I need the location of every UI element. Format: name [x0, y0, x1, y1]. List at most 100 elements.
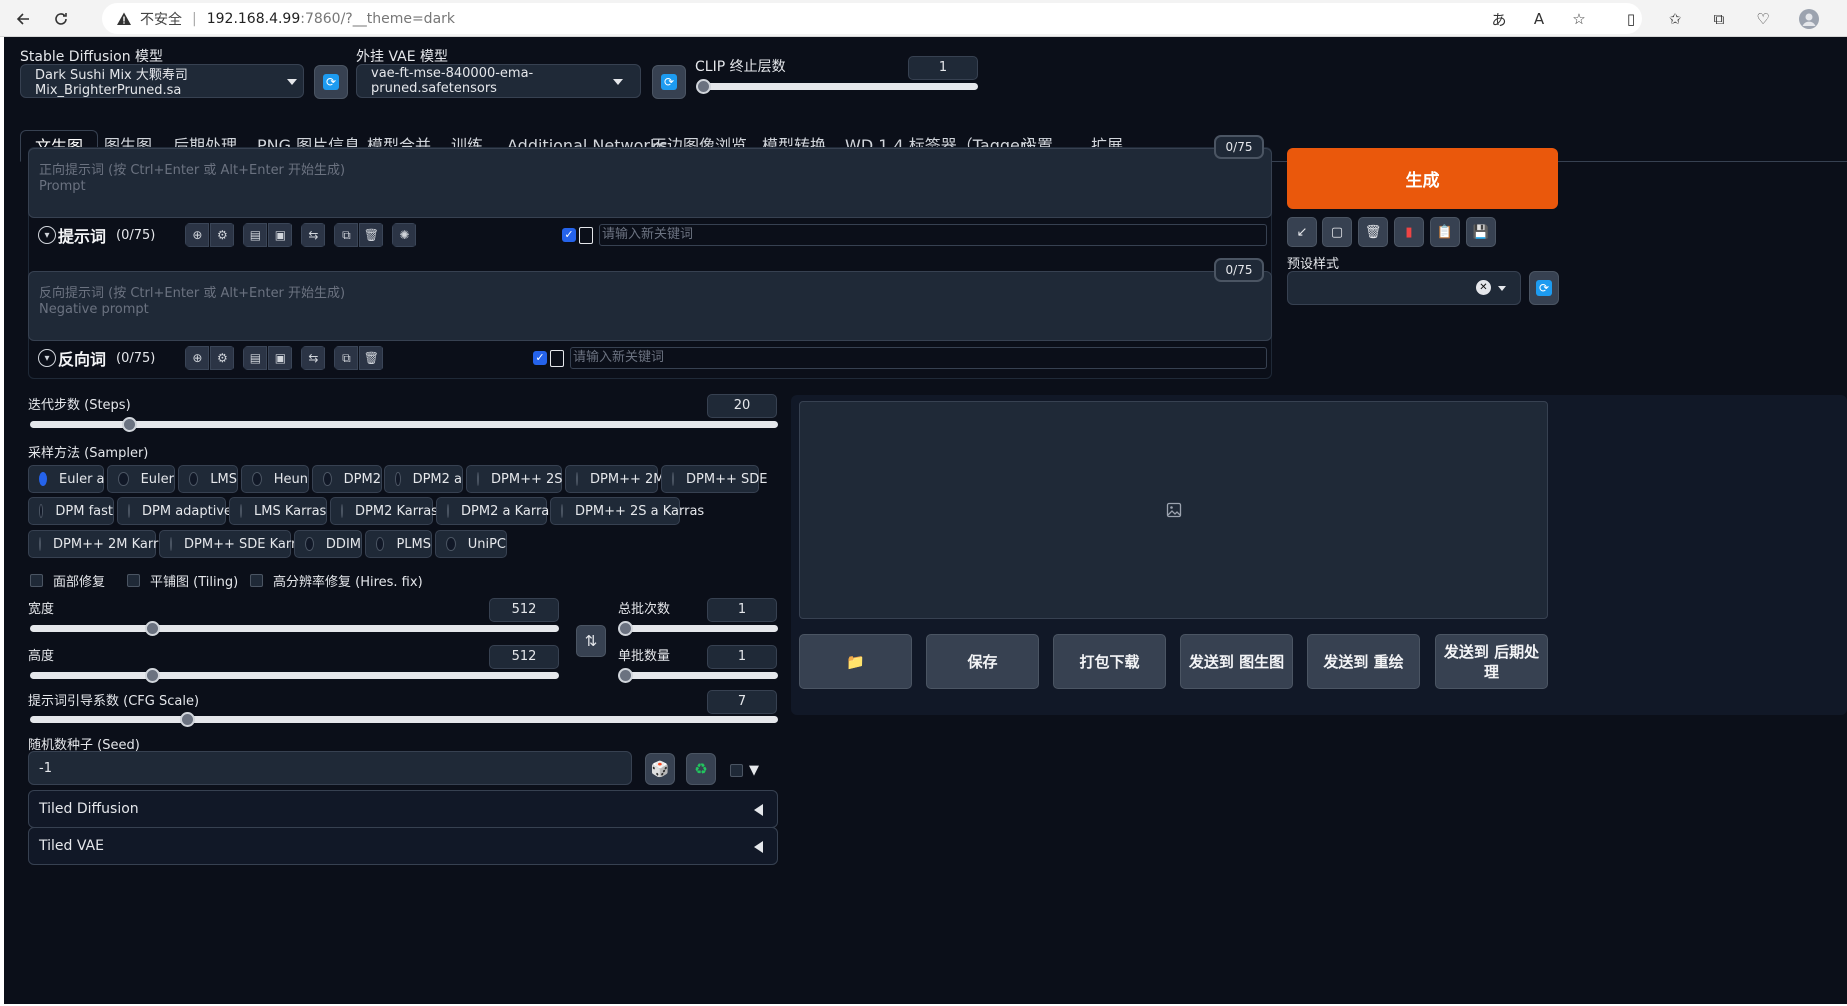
bookmark-icon[interactable]: ▣	[268, 223, 293, 247]
address-bar[interactable]: 不安全 | 192.168.4.99 :7860/?__theme=dark	[102, 3, 1642, 34]
sampler-option[interactable]: LMS Karras	[229, 497, 327, 525]
reuse-seed-button[interactable]: ♻	[686, 753, 716, 785]
cfg-scale-slider[interactable]	[30, 716, 778, 723]
favorite-star-icon[interactable]: ☆	[1568, 8, 1590, 30]
copy-icon[interactable]: ⧉	[334, 346, 359, 370]
gear-icon[interactable]: ⚙	[210, 223, 235, 247]
profile-avatar[interactable]	[1798, 8, 1820, 30]
tiling-checkbox[interactable]: 平铺图 (Tiling)	[127, 572, 238, 590]
output-gallery[interactable]	[799, 401, 1548, 619]
sampler-option[interactable]: PLMS	[365, 530, 432, 558]
negative-keyword-input[interactable]: 请输入新关键词	[570, 347, 1267, 369]
generate-button[interactable]: 生成	[1287, 148, 1558, 209]
hires-fix-checkbox[interactable]: 高分辨率修复 (Hires. fix)	[250, 572, 423, 590]
prompt-textarea[interactable]: 正向提示词 (按 Ctrl+Enter 或 Alt+Enter 开始生成) Pr…	[28, 148, 1272, 218]
batch-count-slider[interactable]	[620, 625, 778, 632]
sampler-option[interactable]: DPM++ 2S a Karras	[550, 497, 704, 525]
cfg-scale-slider-handle[interactable]	[180, 712, 195, 727]
clear-icon[interactable]: ✕	[1476, 280, 1491, 295]
sampler-option[interactable]: DPM++ 2M Karras	[28, 530, 173, 558]
sampler-option[interactable]: DPM++ 2M	[565, 465, 664, 493]
sampler-option[interactable]: UniPC	[435, 530, 507, 558]
sd-model-dropdown[interactable]: Dark Sushi Mix 大颗寿司Mix_BrighterPruned.sa	[20, 64, 304, 98]
read-params-button[interactable]: ↙	[1287, 217, 1317, 247]
sampler-option[interactable]: Euler	[107, 465, 175, 493]
favorites-icon[interactable]: ✩	[1664, 8, 1686, 30]
translate-icon[interactable]: ⊕	[185, 223, 210, 247]
send-to-img2img-button[interactable]: 发送到 图生图	[1180, 634, 1293, 689]
send-to-extras-button[interactable]: 发送到 后期处理	[1435, 634, 1548, 689]
cfg-scale-input[interactable]: 7	[707, 690, 777, 714]
gear-icon[interactable]: ⚙	[210, 346, 235, 370]
split-screen-icon[interactable]: ▯	[1620, 8, 1642, 30]
sampler-option[interactable]: DPM fast	[28, 497, 114, 525]
back-icon[interactable]	[10, 6, 36, 32]
tiled-diffusion-accordion[interactable]: Tiled Diffusion	[28, 790, 778, 828]
refresh-sd-model-button[interactable]: ⟳	[314, 65, 348, 99]
refresh-styles-button[interactable]: ⟳	[1529, 271, 1559, 305]
save-button[interactable]: 保存	[926, 634, 1039, 689]
face-restore-checkbox[interactable]: 面部修复	[30, 572, 105, 590]
height-slider-handle[interactable]	[145, 668, 160, 683]
history-icon[interactable]: ▤	[243, 223, 268, 247]
trash-icon[interactable]: 🗑	[359, 223, 384, 247]
read-aloud-icon[interactable]: A	[1528, 8, 1550, 30]
browser-essentials-icon[interactable]: ♡	[1752, 8, 1774, 30]
sampler-option[interactable]: DDIM	[294, 530, 362, 558]
keyword-checkbox[interactable]: ✓	[562, 228, 576, 242]
width-slider[interactable]	[30, 625, 559, 632]
width-input[interactable]: 512	[489, 598, 559, 622]
trash-icon[interactable]: 🗑	[359, 346, 384, 370]
extra-seed-checkbox[interactable]: ▼	[730, 762, 759, 778]
steps-slider[interactable]	[30, 421, 778, 428]
tiled-vae-accordion[interactable]: Tiled VAE	[28, 827, 778, 865]
keyword-checkbox[interactable]: ✓	[533, 351, 547, 365]
sampler-option[interactable]: DPM adaptive	[117, 497, 232, 525]
history-icon[interactable]: ▤	[243, 346, 268, 370]
sampler-option[interactable]: DPM++ 2S a	[466, 465, 575, 493]
sampler-option[interactable]: DPM2 a Karras	[436, 497, 556, 525]
send-to-inpaint-button[interactable]: 发送到 重绘	[1307, 634, 1420, 689]
open-folder-button[interactable]: 📁	[799, 634, 912, 689]
refresh-vae-model-button[interactable]: ⟳	[652, 65, 686, 99]
steps-slider-handle[interactable]	[122, 417, 137, 432]
sampler-option[interactable]: Heun	[241, 465, 309, 493]
height-input[interactable]: 512	[489, 645, 559, 669]
swap-dimensions-button[interactable]: ⇅	[576, 625, 606, 657]
collections-icon[interactable]: ⧉	[1708, 8, 1730, 30]
sampler-option[interactable]: DPM++ SDE	[661, 465, 767, 493]
copy-icon[interactable]: ⧉	[334, 223, 359, 247]
apply-style-button[interactable]: 📋	[1430, 217, 1460, 247]
batch-count-slider-handle[interactable]	[618, 621, 633, 636]
sampler-option[interactable]: DPM2 Karras	[330, 497, 438, 525]
random-seed-button[interactable]: 🎲	[645, 753, 675, 785]
save-style-button[interactable]: 💾	[1466, 217, 1496, 247]
clip-skip-slider[interactable]	[701, 83, 978, 90]
negative-prompt-textarea[interactable]: 反向提示词 (按 Ctrl+Enter 或 Alt+Enter 开始生成) Ne…	[28, 271, 1272, 341]
collapse-chevron-icon[interactable]: ▾	[38, 349, 56, 367]
clip-skip-slider-handle[interactable]	[696, 79, 711, 94]
translate-icon[interactable]: ⊕	[185, 346, 210, 370]
height-slider[interactable]	[30, 672, 559, 679]
width-slider-handle[interactable]	[145, 621, 160, 636]
clip-skip-input[interactable]: 1	[908, 56, 978, 80]
sampler-option[interactable]: DPM2	[312, 465, 382, 493]
batch-size-slider-handle[interactable]	[618, 668, 633, 683]
batch-count-input[interactable]: 1	[707, 598, 777, 622]
sampler-option[interactable]: LMS	[178, 465, 238, 493]
reload-icon[interactable]	[48, 6, 74, 32]
styles-dropdown[interactable]: ✕	[1287, 271, 1521, 305]
sampler-option[interactable]: DPM++ SDE Karras	[159, 530, 311, 558]
extra-networks-button[interactable]: ▮	[1394, 217, 1424, 247]
openai-icon[interactable]: ✺	[392, 223, 417, 247]
seed-input[interactable]: -1	[28, 751, 632, 785]
sampler-option[interactable]: Euler a	[28, 465, 105, 493]
steps-input[interactable]: 20	[707, 394, 777, 418]
zip-download-button[interactable]: 打包下载	[1053, 634, 1166, 689]
prompt-keyword-input[interactable]: 请输入新关键词	[599, 224, 1267, 246]
batch-size-input[interactable]: 1	[707, 645, 777, 669]
translate-text-icon[interactable]: ⇆	[301, 223, 326, 247]
trash-button[interactable]: 🗑	[1358, 217, 1388, 247]
vae-model-dropdown[interactable]: vae-ft-mse-840000-ema-pruned.safetensors	[356, 64, 641, 98]
translate-icon[interactable]: あ	[1488, 8, 1510, 30]
